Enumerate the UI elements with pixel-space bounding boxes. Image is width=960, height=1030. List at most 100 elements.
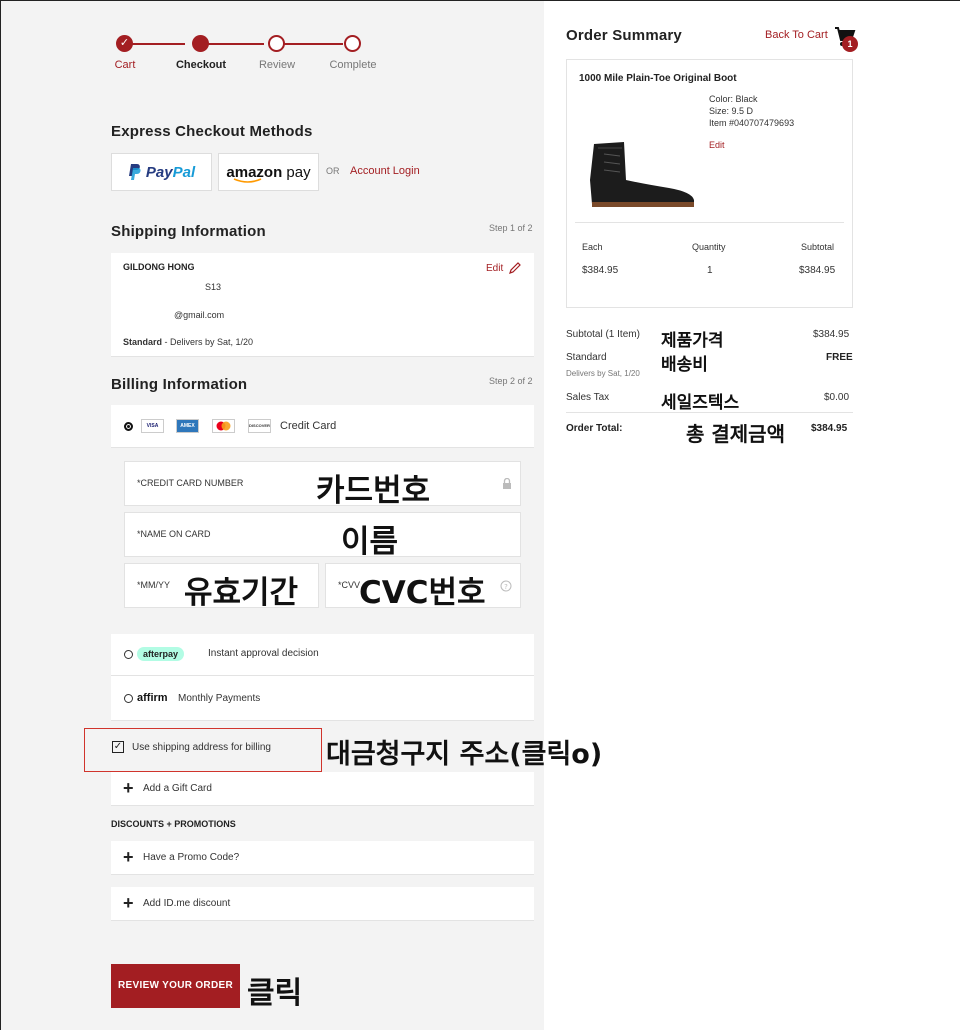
annotation-expiry: 유효기간 bbox=[184, 575, 299, 611]
back-to-cart-link[interactable]: Back To Cart bbox=[765, 29, 828, 41]
amex-icon: AMEX bbox=[176, 419, 199, 433]
annotation-shipping-fee: 배송비 bbox=[661, 355, 708, 375]
col-quantity: Quantity bbox=[692, 242, 726, 252]
col-subtotal: Subtotal bbox=[801, 242, 835, 252]
afterpay-text: Instant approval decision bbox=[208, 648, 319, 659]
review-order-button[interactable]: REVIEW YOUR ORDER bbox=[111, 964, 240, 1008]
step-cart-dot[interactable]: ✓ bbox=[116, 35, 133, 52]
shipping-value: FREE bbox=[826, 352, 853, 363]
annotation-cvc: CVC번호 bbox=[359, 575, 486, 611]
sales-tax-label: Sales Tax bbox=[566, 392, 610, 403]
annotation-billing-address: 대금청구지 주소(클릭o) bbox=[326, 739, 603, 770]
idme-discount-row[interactable]: + Add ID.me discount bbox=[111, 887, 534, 921]
account-login-link[interactable]: Account Login bbox=[350, 165, 420, 177]
shipping-name: GILDONG HONG bbox=[123, 262, 195, 272]
product-name: 1000 Mile Plain-Toe Original Boot bbox=[579, 73, 737, 84]
annotation-sales-tax: 세일즈텍스 bbox=[661, 393, 740, 413]
step-complete-dot bbox=[344, 35, 361, 52]
promo-code-label: Have a Promo Code? bbox=[143, 852, 240, 863]
order-total-label: Order Total: bbox=[566, 423, 623, 434]
visa-icon: VISA bbox=[141, 419, 164, 433]
annotation-product-price: 제품가격 bbox=[661, 331, 724, 351]
promo-code-row[interactable]: + Have a Promo Code? bbox=[111, 841, 534, 875]
order-total-value: $384.95 bbox=[811, 423, 848, 434]
afterpay-radio[interactable] bbox=[124, 650, 133, 659]
or-separator: OR bbox=[326, 166, 340, 176]
shipping-address-card: GILDONG HONG Edit S13 @gmail.com Standar… bbox=[111, 253, 534, 357]
cart-count-badge: 1 bbox=[842, 36, 858, 52]
step-checkout-label: Checkout bbox=[175, 59, 227, 71]
sales-tax-value: $0.00 bbox=[824, 392, 850, 403]
product-item-number: Item #040707479693 bbox=[709, 118, 795, 128]
billing-payment-card: VISA AMEX DISCOVER Credit Card *CREDIT C… bbox=[111, 405, 534, 721]
shipping-edit-link[interactable]: Edit bbox=[486, 263, 503, 274]
product-color: Color: Black bbox=[709, 94, 758, 104]
divider bbox=[575, 222, 844, 223]
shipping-step-indicator: Step 1 of 2 bbox=[489, 223, 533, 233]
shipping-email: @gmail.com bbox=[174, 310, 225, 320]
affirm-logo: affirm bbox=[137, 692, 168, 704]
add-gift-card-row[interactable]: + Add a Gift Card bbox=[111, 772, 534, 806]
expiry-label: *MM/YY bbox=[137, 580, 171, 590]
billing-step-indicator: Step 2 of 2 bbox=[489, 376, 533, 386]
affirm-text: Monthly Payments bbox=[178, 693, 261, 704]
item-quantity: 1 bbox=[707, 265, 713, 276]
credit-card-radio[interactable] bbox=[124, 422, 133, 431]
order-summary-title: Order Summary bbox=[566, 27, 682, 44]
credit-card-number-label: *CREDIT CARD NUMBER bbox=[137, 478, 244, 488]
step-complete-label: Complete bbox=[329, 59, 377, 71]
divider bbox=[111, 675, 534, 676]
shipping-info-title: Shipping Information bbox=[111, 223, 266, 240]
product-size: Size: 9.5 D bbox=[709, 106, 754, 116]
lock-icon bbox=[503, 478, 511, 489]
annotation-card-number: 카드번호 bbox=[316, 473, 431, 509]
item-each-price: $384.95 bbox=[582, 265, 619, 276]
cvv-label: *CVV bbox=[338, 580, 361, 590]
divider bbox=[566, 412, 853, 413]
paypal-button[interactable]: PayPal bbox=[111, 153, 212, 191]
annotation-highlight-box bbox=[84, 728, 322, 772]
svg-text:?: ? bbox=[504, 583, 508, 591]
order-item-card: 1000 Mile Plain-Toe Original Boot Color:… bbox=[566, 59, 853, 308]
billing-info-title: Billing Information bbox=[111, 376, 248, 393]
boot-product-image bbox=[590, 142, 694, 207]
plus-icon: + bbox=[123, 847, 134, 867]
credit-card-label: Credit Card bbox=[280, 420, 337, 432]
subtotal-value: $384.95 bbox=[813, 329, 850, 340]
annotation-name: 이름 bbox=[341, 524, 399, 560]
express-checkout-title: Express Checkout Methods bbox=[111, 123, 313, 140]
paypal-logo-text: PayPal bbox=[145, 163, 196, 181]
shipping-method: Standard - Delivers by Sat, 1/20 bbox=[123, 337, 254, 347]
name-on-card-input[interactable]: *NAME ON CARD bbox=[124, 512, 521, 557]
discover-icon: DISCOVER bbox=[248, 419, 271, 433]
paypal-icon bbox=[128, 164, 141, 180]
step-review-dot bbox=[268, 35, 285, 52]
afterpay-logo: afterpay bbox=[137, 647, 185, 661]
discounts-title: DISCOUNTS + PROMOTIONS bbox=[111, 819, 236, 829]
shipping-label: Standard bbox=[566, 352, 607, 363]
amazon-smile-icon bbox=[233, 178, 262, 183]
shipping-delivery-date: Delivers by Sat, 1/20 bbox=[566, 369, 640, 378]
add-gift-card-label: Add a Gift Card bbox=[143, 783, 212, 794]
col-each: Each bbox=[582, 242, 603, 252]
mastercard-icon bbox=[212, 419, 235, 433]
item-subtotal: $384.95 bbox=[799, 265, 836, 276]
shipping-address-line: S13 bbox=[205, 282, 222, 292]
product-edit-link[interactable]: Edit bbox=[709, 140, 725, 150]
annotation-click: 클릭 bbox=[247, 976, 303, 1011]
plus-icon: + bbox=[123, 778, 134, 798]
stepper-line bbox=[281, 43, 343, 45]
plus-icon: + bbox=[123, 893, 134, 913]
help-icon[interactable]: ? bbox=[500, 580, 512, 592]
step-checkout-dot bbox=[192, 35, 209, 52]
annotation-total: 총 결제금액 bbox=[686, 422, 785, 446]
pencil-icon[interactable] bbox=[508, 261, 522, 275]
amazon-pay-button[interactable]: amazon pay bbox=[218, 153, 319, 191]
subtotal-label: Subtotal (1 Item) bbox=[566, 329, 640, 340]
step-cart-label[interactable]: Cart bbox=[90, 59, 160, 71]
stepper-line bbox=[202, 43, 264, 45]
step-review-label: Review bbox=[258, 59, 296, 71]
checkout-stepper: ✓ Cart Checkout Review Complete bbox=[106, 31, 396, 76]
name-on-card-label: *NAME ON CARD bbox=[137, 529, 211, 539]
affirm-radio[interactable] bbox=[124, 694, 133, 703]
